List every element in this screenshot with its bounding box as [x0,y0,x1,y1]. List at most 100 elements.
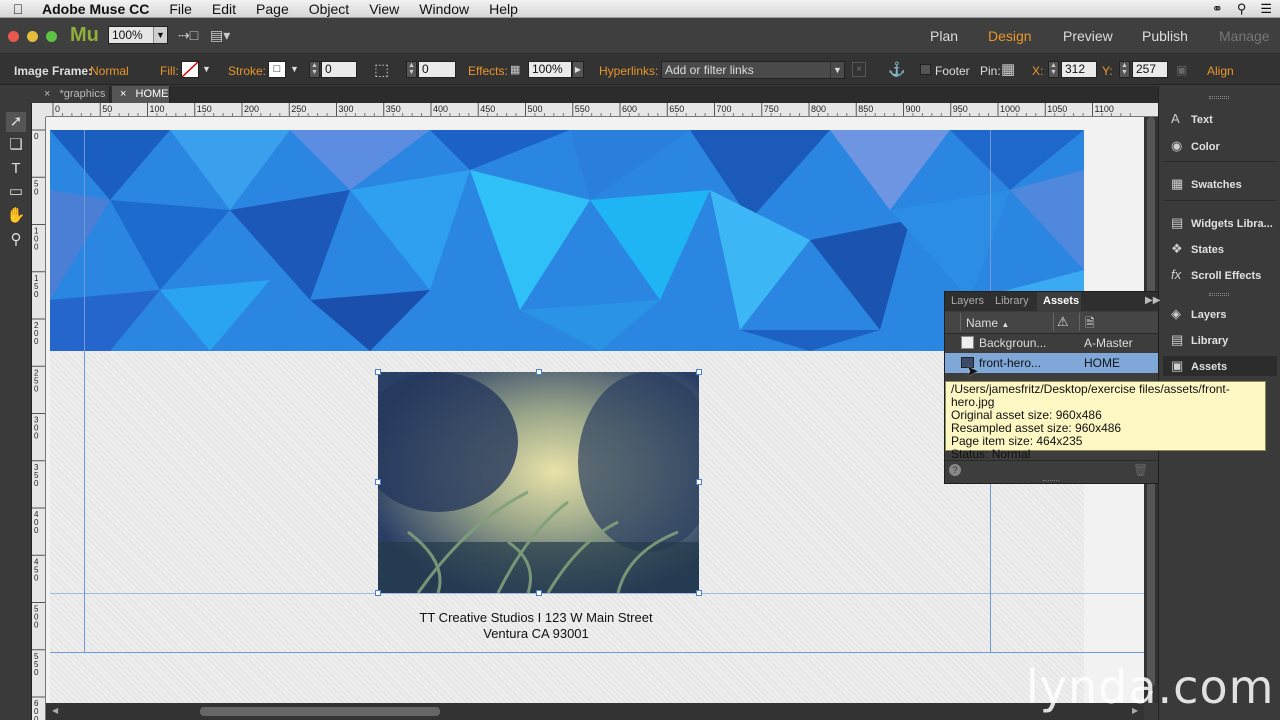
panel-scroll-effects[interactable]: fx Scroll Effects [1171,265,1261,285]
menu-object[interactable]: Object [299,1,359,17]
rectangle-tool-icon[interactable]: ▭ [6,182,26,202]
asset-row[interactable]: Backgroun... A-Master [945,333,1158,353]
hyperlinks-input[interactable]: Add or filter links ▼ [661,61,845,79]
menu-window[interactable]: Window [409,1,479,17]
mode-plan[interactable]: Plan [930,28,958,44]
mode-design[interactable]: Design [988,28,1032,44]
x-position-field[interactable]: 312 [1061,61,1097,78]
ruler-label: 1050 [1047,104,1067,114]
help-icon[interactable]: ? [949,464,961,476]
resize-handle[interactable] [375,479,381,485]
panel-collapse-icon[interactable]: ▶▶ [1145,295,1160,306]
notification-list-icon[interactable]: ☰ [1260,1,1272,17]
resize-handle[interactable] [696,590,702,596]
resize-handle[interactable] [536,369,542,375]
remove-link-icon[interactable]: × [852,62,866,77]
close-icon[interactable]: × [44,88,50,100]
panel-text[interactable]: A Text [1171,109,1213,129]
trash-icon[interactable]: 🗑 [1133,463,1148,477]
tab-assets[interactable]: Assets [1043,295,1079,307]
mode-manage[interactable]: Manage [1219,28,1270,44]
menu-file[interactable]: File [159,1,202,17]
menu-page[interactable]: Page [246,1,299,17]
horizontal-ruler[interactable]: 0 50 100 150 200 250 300 350 400 450 500 550 600 650 7… [46,103,1158,117]
name-column-header[interactable]: Name ▲ [966,316,1009,330]
apple-icon[interactable]:  [0,1,36,17]
zoom-tool-icon[interactable]: ⚲ [6,230,26,250]
hyperlinks-label[interactable]: Hyperlinks: [599,64,658,78]
tab-library[interactable]: Library [995,295,1029,307]
panel-layers[interactable]: ◈ Layers [1171,304,1226,324]
hand-tool-icon[interactable]: ✋ [6,206,26,226]
pin-grid-icon[interactable]: ▦ [1001,60,1015,78]
zoom-window-button[interactable] [46,31,57,42]
stroke-label[interactable]: Stroke: [228,64,266,78]
panel-assets[interactable]: ▣ Assets [1163,356,1277,376]
menu-edit[interactable]: Edit [202,1,246,17]
x-stepper[interactable]: ▲ ▼ [1048,61,1059,78]
align-label[interactable]: Align [1207,64,1234,78]
zoom-select[interactable]: 100% ▼ [108,26,168,44]
stroke-width-stepper[interactable]: ▲ ▼ [309,61,320,78]
resize-handle[interactable] [375,590,381,596]
resize-icon[interactable]: ▣ [1176,63,1187,77]
panel-widgets-library[interactable]: ▤ Widgets Libra... [1171,213,1273,233]
header-banner-image[interactable] [50,130,1084,351]
close-window-button[interactable] [8,31,19,42]
tab-graphics[interactable]: × *graphics [36,86,110,103]
creative-cloud-icon[interactable]: ⚭ [1212,1,1223,17]
horizontal-scrollbar[interactable]: ◀ ▶ [46,703,1144,720]
close-icon[interactable]: × [120,88,126,100]
footer-checkbox[interactable] [920,64,931,75]
panel-text-label: Text [1191,114,1213,126]
resize-handle[interactable] [375,369,381,375]
y-stepper[interactable]: ▲ ▼ [1119,61,1130,78]
minimize-window-button[interactable] [27,31,38,42]
tooltip-path: /Users/jamesfritz/Desktop/exercise files… [951,382,1230,409]
assets-icon: ▣ [1171,358,1184,373]
corner-radius-stepper[interactable]: ▲ ▼ [406,61,417,78]
page-icon[interactable]: 🗎 [1085,314,1095,335]
text-tool-icon[interactable]: T [6,159,26,179]
chevron-down-icon[interactable]: ▼ [290,64,299,74]
tab-layers[interactable]: Layers [951,295,984,307]
app-name-menu[interactable]: Adobe Muse CC [36,1,159,17]
front-hero-image[interactable] [378,372,699,593]
mode-publish[interactable]: Publish [1142,28,1188,44]
tab-graphics-label: *graphics [59,88,106,100]
chevron-down-icon[interactable]: ▼ [202,64,211,74]
stroke-width-field[interactable]: 0 [321,61,357,78]
panel-swatches[interactable]: ▦ Swatches [1171,174,1242,194]
horizontal-scroll-thumb[interactable] [200,707,440,716]
panel-states[interactable]: ❖ States [1171,239,1224,259]
crop-tool-icon[interactable]: ❏ [6,135,26,155]
fill-swatch[interactable] [181,61,199,78]
footer-address-text[interactable]: TT Creative Studios I 123 W Main Street … [386,610,686,642]
panel-library[interactable]: ▤ Library [1171,330,1228,350]
menu-view[interactable]: View [359,1,409,17]
spotlight-search-icon[interactable]: ⚲ [1237,1,1247,17]
mode-preview[interactable]: Preview [1063,28,1113,44]
scroll-left-icon[interactable]: ◀ [52,706,58,715]
vertical-ruler[interactable]: 050100150200250300350400450500550600 [32,117,46,720]
resize-handle[interactable] [536,590,542,596]
anchor-icon[interactable]: ⚓ [888,61,905,78]
menu-help[interactable]: Help [479,1,528,17]
effects-label[interactable]: Effects: [468,64,508,78]
y-position-field[interactable]: 257 [1132,61,1168,78]
resize-handle[interactable] [696,369,702,375]
tab-home[interactable]: × HOME [112,86,170,103]
opacity-field[interactable]: 100% [528,61,572,78]
image-frame-mode[interactable]: Normal [90,64,129,78]
opacity-arrow-icon[interactable]: ▶ [572,61,584,78]
panel-color[interactable]: ◉ Color [1171,136,1220,156]
warning-icon[interactable]: ⚠ [1057,314,1069,330]
corner-radius-field[interactable]: 0 [418,61,456,78]
zoom-value: 100% [112,28,143,42]
selection-tool-icon[interactable]: ➚ [6,112,26,132]
stroke-swatch[interactable]: □ [268,61,286,78]
place-icon[interactable]: ⇢□ [178,27,198,44]
fill-label[interactable]: Fill: [160,64,179,78]
arrange-icon[interactable]: ▤▾ [210,27,230,44]
resize-handle[interactable] [696,479,702,485]
